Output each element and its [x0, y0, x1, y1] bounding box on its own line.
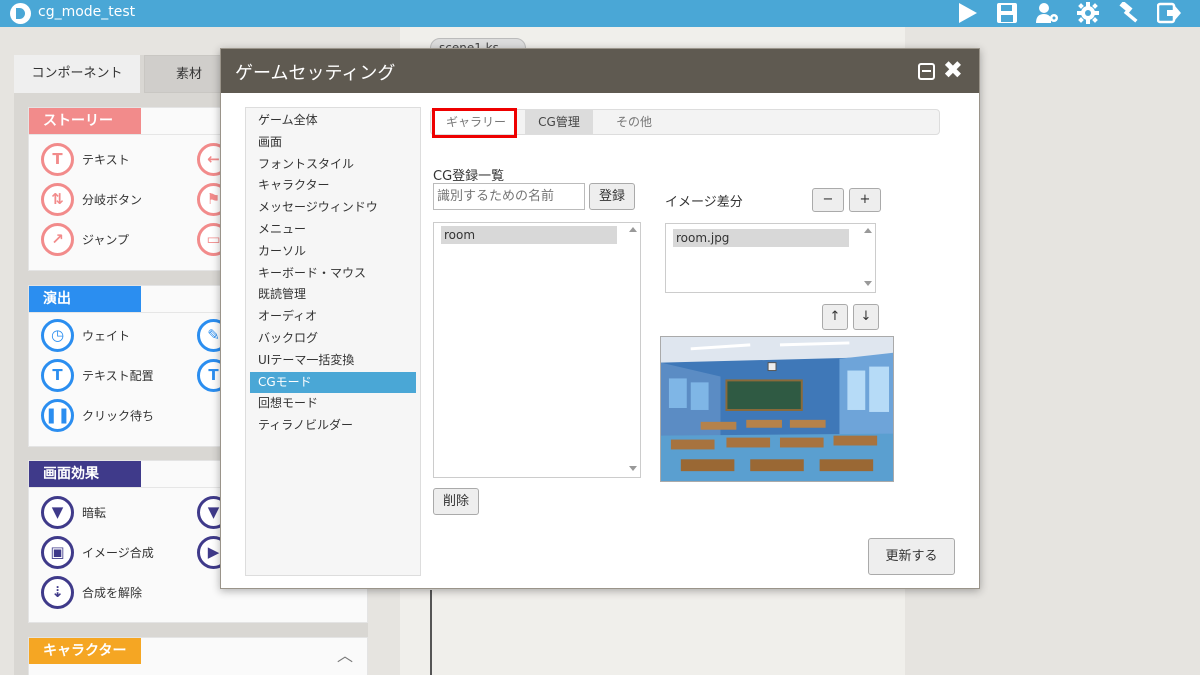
component-label: 暗転	[82, 505, 107, 520]
list-item[interactable]: room	[441, 226, 617, 244]
clear-composite-icon: ⇣	[41, 575, 74, 609]
component-wait[interactable]: ◷ ウェイト	[41, 318, 130, 352]
settings-item-menu[interactable]: メニュー	[246, 219, 420, 241]
text-icon: T	[41, 142, 74, 176]
scroll-up-icon[interactable]	[864, 228, 872, 233]
add-diff-button[interactable]: +	[849, 188, 881, 212]
app-logo-icon	[10, 3, 31, 24]
minimize-icon[interactable]	[918, 63, 935, 80]
clock-icon: ◷	[41, 318, 74, 352]
component-label: 分岐ボタン	[82, 192, 143, 207]
tab-cg-management[interactable]: CG管理	[525, 110, 593, 134]
dialog-header: ゲームセッティング ✖	[221, 49, 979, 93]
tab-components[interactable]: コンポーネント	[14, 55, 140, 93]
settings-item-recollection-mode[interactable]: 回想モード	[246, 393, 420, 415]
move-up-button[interactable]: ↑	[822, 304, 848, 330]
update-button[interactable]: 更新する	[868, 538, 955, 575]
settings-item-backlog[interactable]: バックログ	[246, 328, 420, 350]
component-label: テキスト	[82, 152, 130, 167]
image-diff-label: イメージ差分	[665, 195, 743, 210]
settings-item-cursor[interactable]: カーソル	[246, 241, 420, 263]
settings-item-read-management[interactable]: 既読管理	[246, 284, 420, 306]
component-label: ジャンプ	[82, 232, 130, 247]
delete-button[interactable]: 削除	[433, 488, 479, 515]
text-position-icon: T	[41, 358, 74, 392]
game-settings-dialog: ゲームセッティング ✖ ゲーム全体 画面 フォントスタイル キャラクター メッセ…	[220, 48, 980, 589]
export-icon[interactable]	[1157, 2, 1181, 24]
save-icon[interactable]	[995, 2, 1019, 24]
component-click-wait[interactable]: ❚❚ クリック待ち	[41, 398, 154, 432]
settings-item-keyboard-mouse[interactable]: キーボード・マウス	[246, 263, 420, 285]
scroll-down-icon[interactable]	[864, 281, 872, 286]
settings-item-audio[interactable]: オーディオ	[246, 306, 420, 328]
component-image-composite[interactable]: ▣ イメージ合成	[41, 535, 154, 569]
chevron-up-icon[interactable]: ︿	[337, 642, 353, 666]
top-bar: cg_mode_test	[0, 0, 1200, 27]
jump-icon: ↗	[41, 222, 74, 256]
tab-other[interactable]: その他	[599, 110, 669, 134]
register-button[interactable]: 登録	[589, 183, 635, 210]
image-icon: ▣	[41, 535, 74, 569]
section-direction-header: 演出	[29, 286, 141, 312]
shield-icon: ▼	[41, 495, 74, 529]
component-label: イメージ合成	[82, 545, 154, 560]
component-label: クリック待ち	[82, 408, 155, 423]
settings-item-message-window[interactable]: メッセージウィンドウ	[246, 197, 420, 219]
editor-divider	[430, 590, 432, 675]
settings-item-font-style[interactable]: フォントスタイル	[246, 154, 420, 176]
component-label: 合成を解除	[82, 585, 143, 600]
settings-item-character[interactable]: キャラクター	[246, 175, 420, 197]
cg-name-input[interactable]	[433, 183, 585, 210]
component-blackout[interactable]: ▼ 暗転	[41, 495, 106, 529]
component-text[interactable]: T テキスト	[41, 142, 130, 176]
list-item[interactable]: room.jpg	[673, 229, 849, 247]
cg-list[interactable]: room	[433, 222, 641, 478]
settings-item-cg-mode[interactable]: CGモード	[250, 371, 416, 394]
cg-list-label: CG登録一覧	[433, 169, 505, 184]
settings-item-game[interactable]: ゲーム全体	[246, 110, 420, 132]
settings-category-list: ゲーム全体 画面 フォントスタイル キャラクター メッセージウィンドウ メニュー…	[245, 107, 421, 576]
hammer-icon[interactable]	[1117, 2, 1141, 24]
gear-icon[interactable]	[1076, 2, 1100, 24]
scroll-up-icon[interactable]	[629, 227, 637, 232]
settings-item-tyrano-builder[interactable]: ティラノビルダー	[246, 415, 420, 437]
dialog-title: ゲームセッティング	[235, 63, 396, 84]
component-label: テキスト配置	[82, 368, 154, 383]
component-label: ウェイト	[82, 328, 131, 343]
component-jump[interactable]: ↗ ジャンプ	[41, 222, 129, 256]
remove-diff-button[interactable]: −	[812, 188, 844, 212]
component-clear-composite[interactable]: ⇣ 合成を解除	[41, 575, 142, 609]
section-character-header: キャラクター	[29, 638, 141, 664]
branch-icon: ⇅	[41, 182, 74, 216]
section-screen-effects-header: 画面効果	[29, 461, 141, 487]
user-settings-icon[interactable]	[1035, 2, 1059, 24]
settings-item-ui-theme[interactable]: UIテーマ一括変換	[246, 350, 420, 372]
component-text-position[interactable]: T テキスト配置	[41, 358, 154, 392]
cg-preview-image	[660, 336, 894, 482]
component-branch-button[interactable]: ⇅ 分岐ボタン	[41, 182, 142, 216]
play-icon[interactable]	[955, 2, 979, 24]
move-down-button[interactable]: ↓	[853, 304, 879, 330]
highlight-box	[432, 108, 517, 138]
settings-item-screen[interactable]: 画面	[246, 132, 420, 154]
close-icon[interactable]: ✖	[943, 57, 963, 83]
pause-icon: ❚❚	[41, 398, 74, 432]
scroll-down-icon[interactable]	[629, 466, 637, 471]
section-story-header: ストーリー	[29, 108, 141, 134]
app-title: cg_mode_test	[38, 4, 136, 20]
image-diff-list[interactable]: room.jpg	[665, 223, 876, 293]
section-character: キャラクター ︿	[28, 637, 368, 675]
